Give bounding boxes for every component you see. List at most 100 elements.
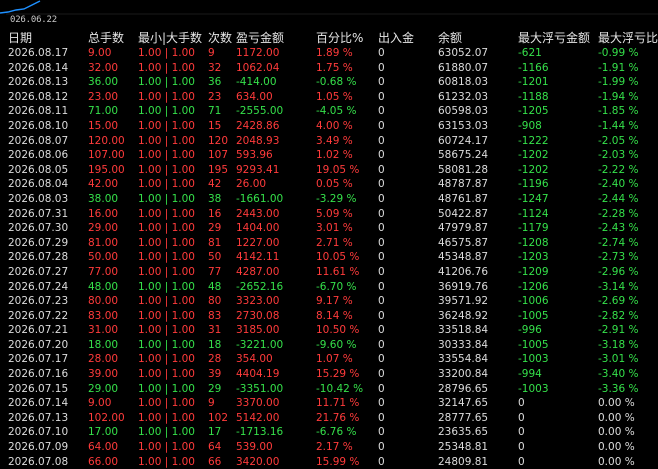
row-max-drawdown-amount: -1006	[518, 295, 549, 308]
row-date: 2026.07.27	[8, 265, 69, 278]
row-date: 2026.07.16	[8, 368, 69, 381]
row-total-lots: 71.00	[88, 105, 119, 118]
row-percent: -10.42 %	[316, 382, 364, 395]
row-percent: 8.14 %	[316, 309, 353, 322]
row-min-max-lots: 1.00 | 1.00	[138, 382, 195, 395]
row-count: 195	[208, 163, 229, 176]
row-balance: 61880.07	[438, 61, 489, 74]
row-count: 81	[208, 236, 222, 249]
row-deposit-withdraw: 0	[378, 163, 385, 176]
row-max-drawdown-amount: 0	[518, 411, 525, 424]
row-deposit-withdraw: 0	[378, 178, 385, 191]
row-total-lots: 80.00	[88, 295, 119, 308]
table-row: 2026.07.09 64.00 1.00 | 1.00 64 539.00 2.17 %…	[0, 440, 658, 455]
row-profit-loss: 1404.00	[236, 222, 280, 235]
header-percent: 百分比%	[316, 31, 364, 45]
row-count: 120	[208, 134, 229, 147]
row-min-max-lots: 1.00 | 1.00	[138, 338, 195, 351]
row-max-drawdown-amount: -1003	[518, 353, 549, 366]
row-deposit-withdraw: 0	[378, 207, 385, 220]
row-balance: 33200.84	[438, 368, 489, 381]
row-profit-loss: 1227.00	[236, 236, 280, 249]
row-max-drawdown-amount: -996	[518, 324, 542, 337]
row-profit-loss: -2652.16	[236, 280, 284, 293]
row-profit-loss: 26.00	[236, 178, 267, 191]
row-date: 2026.07.08	[8, 455, 69, 468]
row-profit-loss: 354.00	[236, 353, 273, 366]
table-header: 日期 总手数 最小|大手数 次数 盈亏金额 百分比% 出入金 余额 最大浮亏金额…	[0, 30, 658, 46]
row-count: 48	[208, 280, 222, 293]
row-count: 64	[208, 441, 222, 454]
row-total-lots: 48.00	[88, 280, 119, 293]
row-max-drawdown-amount: -1188	[518, 90, 549, 103]
header-count: 次数	[208, 31, 233, 45]
row-max-drawdown-ratio: -2.28 %	[598, 207, 639, 220]
row-max-drawdown-amount: -1222	[518, 134, 549, 147]
row-max-drawdown-amount: 0	[518, 455, 525, 468]
row-deposit-withdraw: 0	[378, 309, 385, 322]
row-balance: 63052.07	[438, 47, 489, 59]
row-max-drawdown-ratio: 0.00 %	[598, 455, 635, 468]
row-max-drawdown-ratio: -2.74 %	[598, 236, 639, 249]
row-max-drawdown-ratio: -1.99 %	[598, 76, 639, 89]
row-min-max-lots: 1.00 | 1.00	[138, 178, 195, 191]
row-date: 2026.07.21	[8, 324, 69, 337]
row-total-lots: 195.00	[88, 163, 125, 176]
row-deposit-withdraw: 0	[378, 338, 385, 351]
row-balance: 33554.84	[438, 353, 489, 366]
row-count: 66	[208, 455, 222, 468]
row-max-drawdown-ratio: -2.44 %	[598, 192, 639, 205]
row-deposit-withdraw: 0	[378, 280, 385, 293]
row-deposit-withdraw: 0	[378, 61, 385, 74]
row-max-drawdown-ratio: 0.00 %	[598, 441, 635, 454]
row-date: 2026.07.29	[8, 236, 69, 249]
row-max-drawdown-ratio: -2.03 %	[598, 149, 639, 162]
row-date: 2026.07.15	[8, 382, 69, 395]
row-min-max-lots: 1.00 | 1.00	[138, 207, 195, 220]
row-date: 2026.08.13	[8, 76, 69, 89]
row-max-drawdown-amount: -1205	[518, 105, 549, 118]
row-max-drawdown-ratio: -3.36 %	[598, 382, 639, 395]
row-total-lots: 81.00	[88, 236, 119, 249]
row-max-drawdown-amount: -1005	[518, 309, 549, 322]
table-row: 2026.08.10 15.00 1.00 | 1.00 15 2428.86 4.00 …	[0, 119, 658, 134]
header-max-drawdown-amount: 最大浮亏金额	[518, 31, 591, 45]
row-balance: 32147.65	[438, 397, 489, 410]
row-max-drawdown-amount: 0	[518, 441, 525, 454]
row-total-lots: 64.00	[88, 441, 119, 454]
row-total-lots: 42.00	[88, 178, 119, 191]
row-max-drawdown-amount: 0	[518, 397, 525, 410]
row-max-drawdown-amount: -621	[518, 47, 542, 59]
row-max-drawdown-ratio: -2.05 %	[598, 134, 639, 147]
row-profit-loss: -1661.00	[236, 192, 284, 205]
row-profit-loss: 2730.08	[236, 309, 280, 322]
row-total-lots: 9.00	[88, 397, 112, 410]
row-percent: -4.05 %	[316, 105, 357, 118]
row-min-max-lots: 1.00 | 1.00	[138, 265, 195, 278]
row-date: 2026.08.03	[8, 192, 69, 205]
row-count: 29	[208, 382, 222, 395]
row-date: 2026.07.20	[8, 338, 69, 351]
row-balance: 23635.65	[438, 426, 489, 439]
row-date: 2026.07.17	[8, 353, 69, 366]
row-min-max-lots: 1.00 | 1.00	[138, 222, 195, 235]
table-row: 2026.07.31 16.00 1.00 | 1.00 16 2443.00 5.09 …	[0, 207, 658, 222]
row-balance: 48761.87	[438, 192, 489, 205]
row-deposit-withdraw: 0	[378, 382, 385, 395]
row-count: 102	[208, 411, 229, 424]
table-row: 2026.08.04 42.00 1.00 | 1.00 42 26.00 0.05 % 0…	[0, 177, 658, 192]
row-percent: 15.29 %	[316, 368, 360, 381]
row-count: 39	[208, 368, 222, 381]
header-min-max-lots: 最小|大手数	[138, 31, 203, 45]
row-balance: 46575.87	[438, 236, 489, 249]
table-row: 2026.07.23 80.00 1.00 | 1.00 80 3323.00 9.17 …	[0, 294, 658, 309]
row-max-drawdown-ratio: -3.14 %	[598, 280, 639, 293]
table-row: 2026.07.28 50.00 1.00 | 1.00 50 4142.11 10.05…	[0, 250, 658, 265]
row-min-max-lots: 1.00 | 1.00	[138, 309, 195, 322]
row-count: 83	[208, 309, 222, 322]
row-max-drawdown-amount: 0	[518, 426, 525, 439]
row-total-lots: 9.00	[88, 47, 112, 59]
row-min-max-lots: 1.00 | 1.00	[138, 119, 195, 132]
row-max-drawdown-amount: -1247	[518, 192, 549, 205]
row-total-lots: 39.00	[88, 368, 119, 381]
